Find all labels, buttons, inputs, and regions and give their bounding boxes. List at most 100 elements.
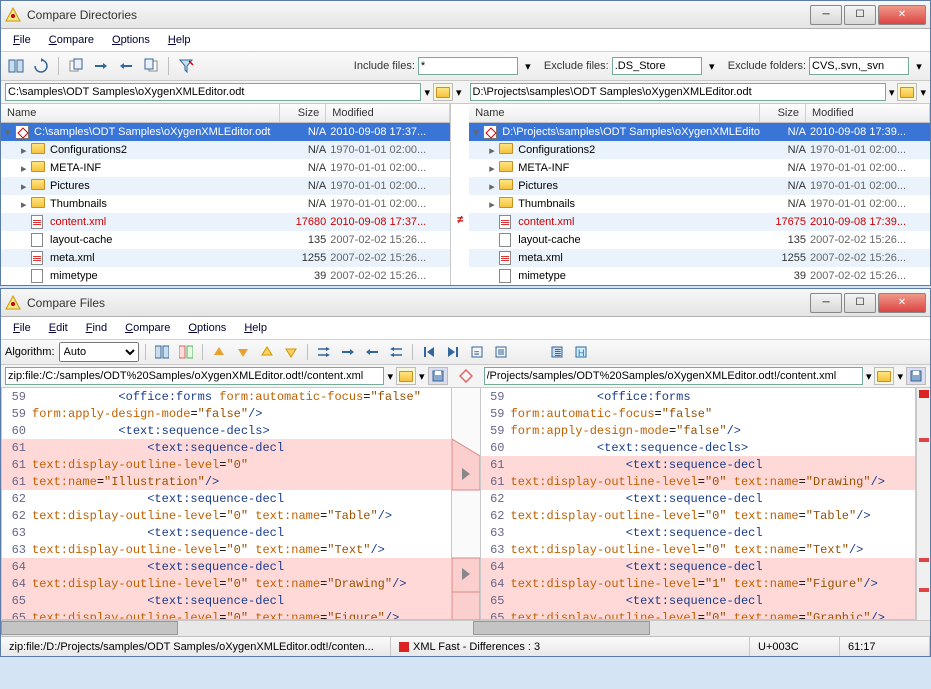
copy-right-button[interactable] bbox=[338, 342, 358, 362]
right-browse-button[interactable] bbox=[897, 83, 917, 101]
twisty-icon[interactable]: ▸ bbox=[489, 180, 499, 193]
twisty-icon[interactable]: ▾ bbox=[5, 126, 15, 139]
exclude-files-input[interactable] bbox=[612, 57, 702, 75]
sync-right-button[interactable] bbox=[90, 55, 112, 77]
code-line[interactable]: 63text:display-outline-level="0" text:na… bbox=[2, 541, 451, 558]
filter-button[interactable] bbox=[175, 55, 197, 77]
twisty-icon[interactable]: ▸ bbox=[21, 198, 31, 211]
column-header-size[interactable]: Size bbox=[280, 104, 326, 122]
overview-ruler[interactable] bbox=[916, 388, 930, 620]
tree-row[interactable]: meta.xml12552007-02-02 15:26... bbox=[469, 249, 930, 267]
code-line[interactable]: 62text:display-outline-level="0" text:na… bbox=[2, 507, 451, 524]
first-diff-button[interactable] bbox=[419, 342, 439, 362]
menu-help[interactable]: Help bbox=[160, 31, 199, 49]
left-editor[interactable]: 59 <office:forms form:automatic-focus="f… bbox=[1, 388, 452, 620]
format-button[interactable] bbox=[491, 342, 511, 362]
titlebar[interactable]: Compare Files ─ ☐ ✕ bbox=[1, 289, 930, 317]
menu-options[interactable]: Options bbox=[180, 319, 234, 337]
exclude-folders-dropdown-icon[interactable]: ▾ bbox=[912, 60, 926, 73]
last-diff-button[interactable] bbox=[443, 342, 463, 362]
next-diff-button[interactable] bbox=[233, 342, 253, 362]
code-line[interactable]: 62text:display-outline-level="0" text:na… bbox=[481, 507, 916, 524]
maximize-button[interactable]: ☐ bbox=[844, 5, 876, 25]
code-line[interactable]: 59 <office:forms bbox=[481, 388, 916, 405]
tree-row[interactable]: ▸PicturesN/A1970-01-01 02:00... bbox=[469, 177, 930, 195]
right-file-browse-button[interactable] bbox=[874, 367, 894, 385]
menu-find[interactable]: Find bbox=[78, 319, 115, 337]
right-hscrollbar[interactable] bbox=[473, 620, 917, 636]
copy-left-button[interactable] bbox=[65, 55, 87, 77]
tree-row[interactable]: ▸Configurations2N/A1970-01-01 02:00... bbox=[1, 141, 450, 159]
right-save-button[interactable] bbox=[906, 367, 926, 385]
left-hscrollbar[interactable] bbox=[1, 620, 445, 636]
compare-button[interactable] bbox=[5, 55, 27, 77]
tree-row[interactable]: meta.xml12552007-02-02 15:26... bbox=[1, 249, 450, 267]
left-file-dropdown-icon[interactable]: ▾ bbox=[387, 370, 393, 383]
tree-row[interactable]: ▸ThumbnailsN/A1970-01-01 02:00... bbox=[1, 195, 450, 213]
twisty-icon[interactable]: ▸ bbox=[489, 144, 499, 157]
menu-file[interactable]: File bbox=[5, 319, 39, 337]
minimize-button[interactable]: ─ bbox=[810, 293, 842, 313]
maximize-button[interactable]: ☐ bbox=[844, 293, 876, 313]
twisty-icon[interactable]: ▸ bbox=[21, 180, 31, 193]
code-line[interactable]: 61text:display-outline-level="0" text:na… bbox=[481, 473, 916, 490]
left-browse-dropdown-icon[interactable]: ▾ bbox=[456, 86, 462, 99]
exclude-folders-input[interactable] bbox=[809, 57, 909, 75]
menu-help[interactable]: Help bbox=[236, 319, 275, 337]
tree-row[interactable]: mimetype392007-02-02 15:26... bbox=[469, 267, 930, 285]
highlight-button[interactable]: H bbox=[571, 342, 591, 362]
code-line[interactable]: 59form:apply-design-mode="false"/> bbox=[481, 422, 916, 439]
compare-button[interactable] bbox=[152, 342, 172, 362]
code-line[interactable]: 65text:display-outline-level="0" text:na… bbox=[481, 609, 916, 620]
tree-row[interactable]: layout-cache1352007-02-02 15:26... bbox=[1, 231, 450, 249]
tree-row[interactable]: content.xml176802010-09-08 17:37... bbox=[1, 213, 450, 231]
twisty-icon[interactable]: ▾ bbox=[473, 126, 483, 139]
menu-compare[interactable]: Compare bbox=[41, 31, 102, 49]
algorithm-select[interactable]: Auto bbox=[59, 342, 139, 362]
left-save-button[interactable] bbox=[428, 367, 448, 385]
titlebar[interactable]: Compare Directories ─ ☐ ✕ bbox=[1, 1, 930, 29]
column-header-modified[interactable]: Modified bbox=[806, 104, 930, 122]
copy-right-button[interactable] bbox=[140, 55, 162, 77]
tree-row[interactable]: ▾C:\samples\ODT Samples\oXygenXMLEditor.… bbox=[1, 123, 450, 141]
right-file-dropdown-icon[interactable]: ▾ bbox=[866, 370, 872, 383]
prev-change-button[interactable] bbox=[257, 342, 277, 362]
code-line[interactable]: 64 <text:sequence-decl bbox=[481, 558, 916, 575]
column-header-name[interactable]: Name bbox=[1, 104, 280, 122]
code-line[interactable]: 61text:display-outline-level="0" bbox=[2, 456, 451, 473]
copy-left-button[interactable] bbox=[362, 342, 382, 362]
twisty-icon[interactable]: ▸ bbox=[489, 198, 499, 211]
sync-scroll-button[interactable] bbox=[176, 342, 196, 362]
code-line[interactable]: 65 <text:sequence-decl bbox=[2, 592, 451, 609]
column-header-size[interactable]: Size bbox=[760, 104, 806, 122]
tree-row[interactable]: ▸Configurations2N/A1970-01-01 02:00... bbox=[469, 141, 930, 159]
column-header-modified[interactable]: Modified bbox=[326, 104, 450, 122]
exclude-files-dropdown-icon[interactable]: ▾ bbox=[705, 60, 719, 73]
minimize-button[interactable]: ─ bbox=[810, 5, 842, 25]
sync-left-button[interactable] bbox=[115, 55, 137, 77]
include-files-input[interactable] bbox=[418, 57, 518, 75]
tree-row[interactable]: ▾D:\Projects\samples\ODT Samples\oXygenX… bbox=[469, 123, 930, 141]
left-browse-button[interactable] bbox=[433, 83, 453, 101]
show-word-diff-button[interactable]: ≣ bbox=[547, 342, 567, 362]
tree-row[interactable]: ▸META-INFN/A1970-01-01 02:00... bbox=[469, 159, 930, 177]
code-line[interactable]: 63text:display-outline-level="0" text:na… bbox=[481, 541, 916, 558]
menu-options[interactable]: Options bbox=[104, 31, 158, 49]
right-path-dropdown-icon[interactable]: ▾ bbox=[889, 86, 895, 99]
code-line[interactable]: 59form:automatic-focus="false" bbox=[481, 405, 916, 422]
code-line[interactable]: 63 <text:sequence-decl bbox=[481, 524, 916, 541]
code-line[interactable]: 61 <text:sequence-decl bbox=[2, 439, 451, 456]
right-file-path-input[interactable] bbox=[484, 367, 863, 385]
twisty-icon[interactable]: ▸ bbox=[21, 144, 31, 157]
twisty-icon[interactable]: ▸ bbox=[21, 162, 31, 175]
left-file-browse-button[interactable] bbox=[396, 367, 416, 385]
tree-row[interactable]: ▸ThumbnailsN/A1970-01-01 02:00... bbox=[469, 195, 930, 213]
code-line[interactable]: 61text:name="Illustration"/> bbox=[2, 473, 451, 490]
menu-edit[interactable]: Edit bbox=[41, 319, 76, 337]
ignore-ws-button[interactable]: ≡ bbox=[467, 342, 487, 362]
right-path-input[interactable] bbox=[470, 83, 886, 101]
code-line[interactable]: 59 <office:forms form:automatic-focus="f… bbox=[2, 388, 451, 405]
code-line[interactable]: 64text:display-outline-level="1" text:na… bbox=[481, 575, 916, 592]
tree-row[interactable]: layout-cache1352007-02-02 15:26... bbox=[469, 231, 930, 249]
code-line[interactable]: 60 <text:sequence-decls> bbox=[481, 439, 916, 456]
